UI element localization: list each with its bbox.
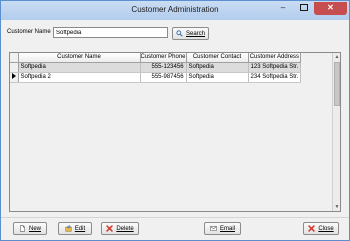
edit-button[interactable]: Edit [58,222,92,235]
title-bar[interactable]: Customer Administration – ✕ [1,1,349,20]
customer-table: Customer Name Customer Phone Customer Co… [10,53,302,83]
window-close-button[interactable]: ✕ [314,2,347,15]
current-row-arrow-icon [11,73,16,79]
row-selector[interactable] [10,72,19,83]
cell-customer-address[interactable]: 123 Softpedia Str. [248,62,302,73]
search-button-label: Search [185,30,205,37]
cell-customer-phone[interactable]: 555-123456 [140,62,187,73]
delete-button-label: Delete [116,225,134,232]
edit-button-label: Edit [74,225,86,232]
cell-customer-name[interactable]: Softpedia [18,62,141,73]
new-document-icon [20,225,25,232]
scroll-down-icon[interactable]: ▼ [333,203,341,211]
email-button-label: Email [219,225,235,232]
cell-customer-name[interactable]: Softpedia 2 [18,72,141,83]
cell-customer-contact[interactable]: Softpedia [186,62,249,73]
row-header-corner [10,53,19,63]
delete-button[interactable]: Delete [101,222,139,235]
new-button[interactable]: New [13,222,47,235]
delete-icon [106,225,114,232]
customer-grid[interactable]: Customer Name Customer Phone Customer Co… [9,52,341,212]
scrollbar-thumb[interactable] [334,62,340,106]
edit-icon [65,225,72,232]
scroll-up-icon[interactable]: ▲ [333,53,341,61]
customer-administration-window: Customer Administration – ✕ Customer Nam… [0,0,350,241]
maximize-button[interactable] [294,2,314,15]
email-button[interactable]: Email [204,222,241,235]
table-header-row: Customer Name Customer Phone Customer Co… [10,53,302,63]
customer-name-input[interactable] [53,27,168,38]
cell-customer-address[interactable]: 234 Softpedia Str. [248,72,302,83]
column-header-customer-phone[interactable]: Customer Phone [140,53,187,63]
cell-customer-phone[interactable]: 555-987456 [140,72,187,83]
customer-name-label: Customer Name [7,29,51,35]
vertical-scrollbar[interactable]: ▲ ▼ [332,53,340,211]
minimize-icon: – [280,3,286,12]
column-header-customer-contact[interactable]: Customer Contact [186,53,249,63]
column-header-customer-name[interactable]: Customer Name [18,53,141,63]
close-button-label: Close [318,225,334,232]
cell-customer-contact[interactable]: Softpedia [186,72,249,83]
new-button-label: New [28,225,41,232]
table-row[interactable]: Softpedia 555-123456 Softpedia 123 Softp… [10,62,302,73]
table-row[interactable]: Softpedia 2 555-987456 Softpedia 234 Sof… [10,72,302,83]
search-button[interactable]: Search [172,27,209,40]
column-header-customer-address[interactable]: Customer Address [248,53,302,63]
close-icon: ✕ [327,3,334,12]
close-button[interactable]: Close [303,222,339,235]
divider [1,217,349,218]
close-icon [308,225,316,232]
row-selector[interactable] [10,62,19,73]
search-icon [176,30,183,37]
maximize-icon [300,3,308,11]
minimize-button[interactable]: – [272,2,294,15]
email-icon [210,226,217,231]
